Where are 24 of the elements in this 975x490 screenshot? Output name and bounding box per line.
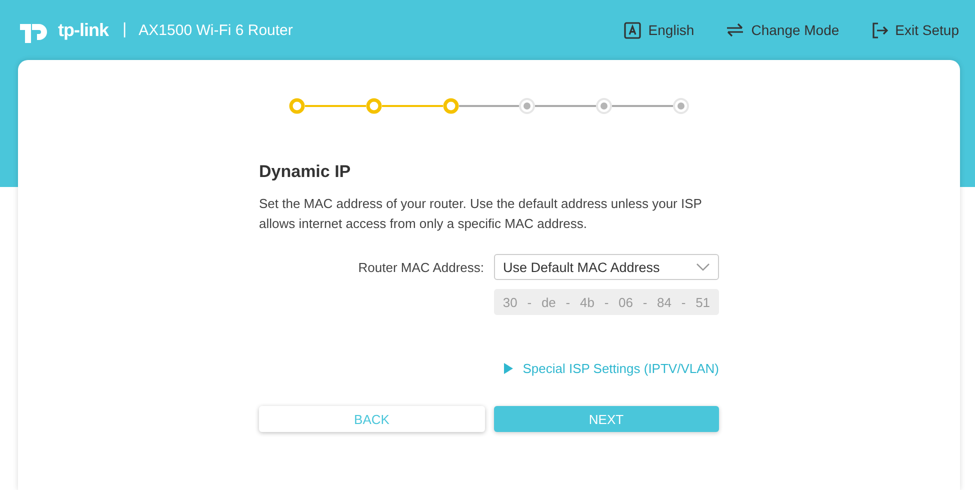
field-label: Router MAC Address: bbox=[358, 260, 484, 274]
section-title: Dynamic IP bbox=[259, 162, 352, 182]
mac-separator: - bbox=[642, 294, 648, 310]
mac-octet: 30 bbox=[502, 294, 518, 310]
mac-octet: 51 bbox=[696, 294, 710, 310]
mode-button[interactable]: Change Mode bbox=[726, 22, 840, 38]
mac-octet: 84 bbox=[657, 294, 672, 310]
brand-name: tp-link bbox=[58, 20, 108, 40]
exit-icon bbox=[871, 22, 888, 38]
swap-arrows-icon bbox=[726, 23, 744, 37]
mac-separator: - bbox=[604, 294, 609, 310]
mac-octet: 4b bbox=[580, 294, 594, 310]
section-description: Set the MAC address of your router. Use the default address unless your ISP allows internet access from only a specific MAC address. bbox=[259, 195, 703, 233]
product-name: AX1500 Wi-Fi 6 Router bbox=[138, 22, 293, 38]
chevron-down-icon bbox=[696, 263, 710, 271]
mac-separator: - bbox=[681, 294, 686, 310]
mac-separator: - bbox=[566, 294, 570, 310]
mac-octet: de bbox=[541, 294, 556, 310]
exit-button[interactable]: Exit Setup bbox=[871, 22, 959, 38]
language-button[interactable]: English bbox=[624, 22, 694, 38]
mac-separator: - bbox=[527, 294, 532, 310]
mac-octet: 06 bbox=[618, 294, 633, 310]
header-separator: | bbox=[122, 21, 127, 39]
language-icon bbox=[624, 22, 642, 38]
